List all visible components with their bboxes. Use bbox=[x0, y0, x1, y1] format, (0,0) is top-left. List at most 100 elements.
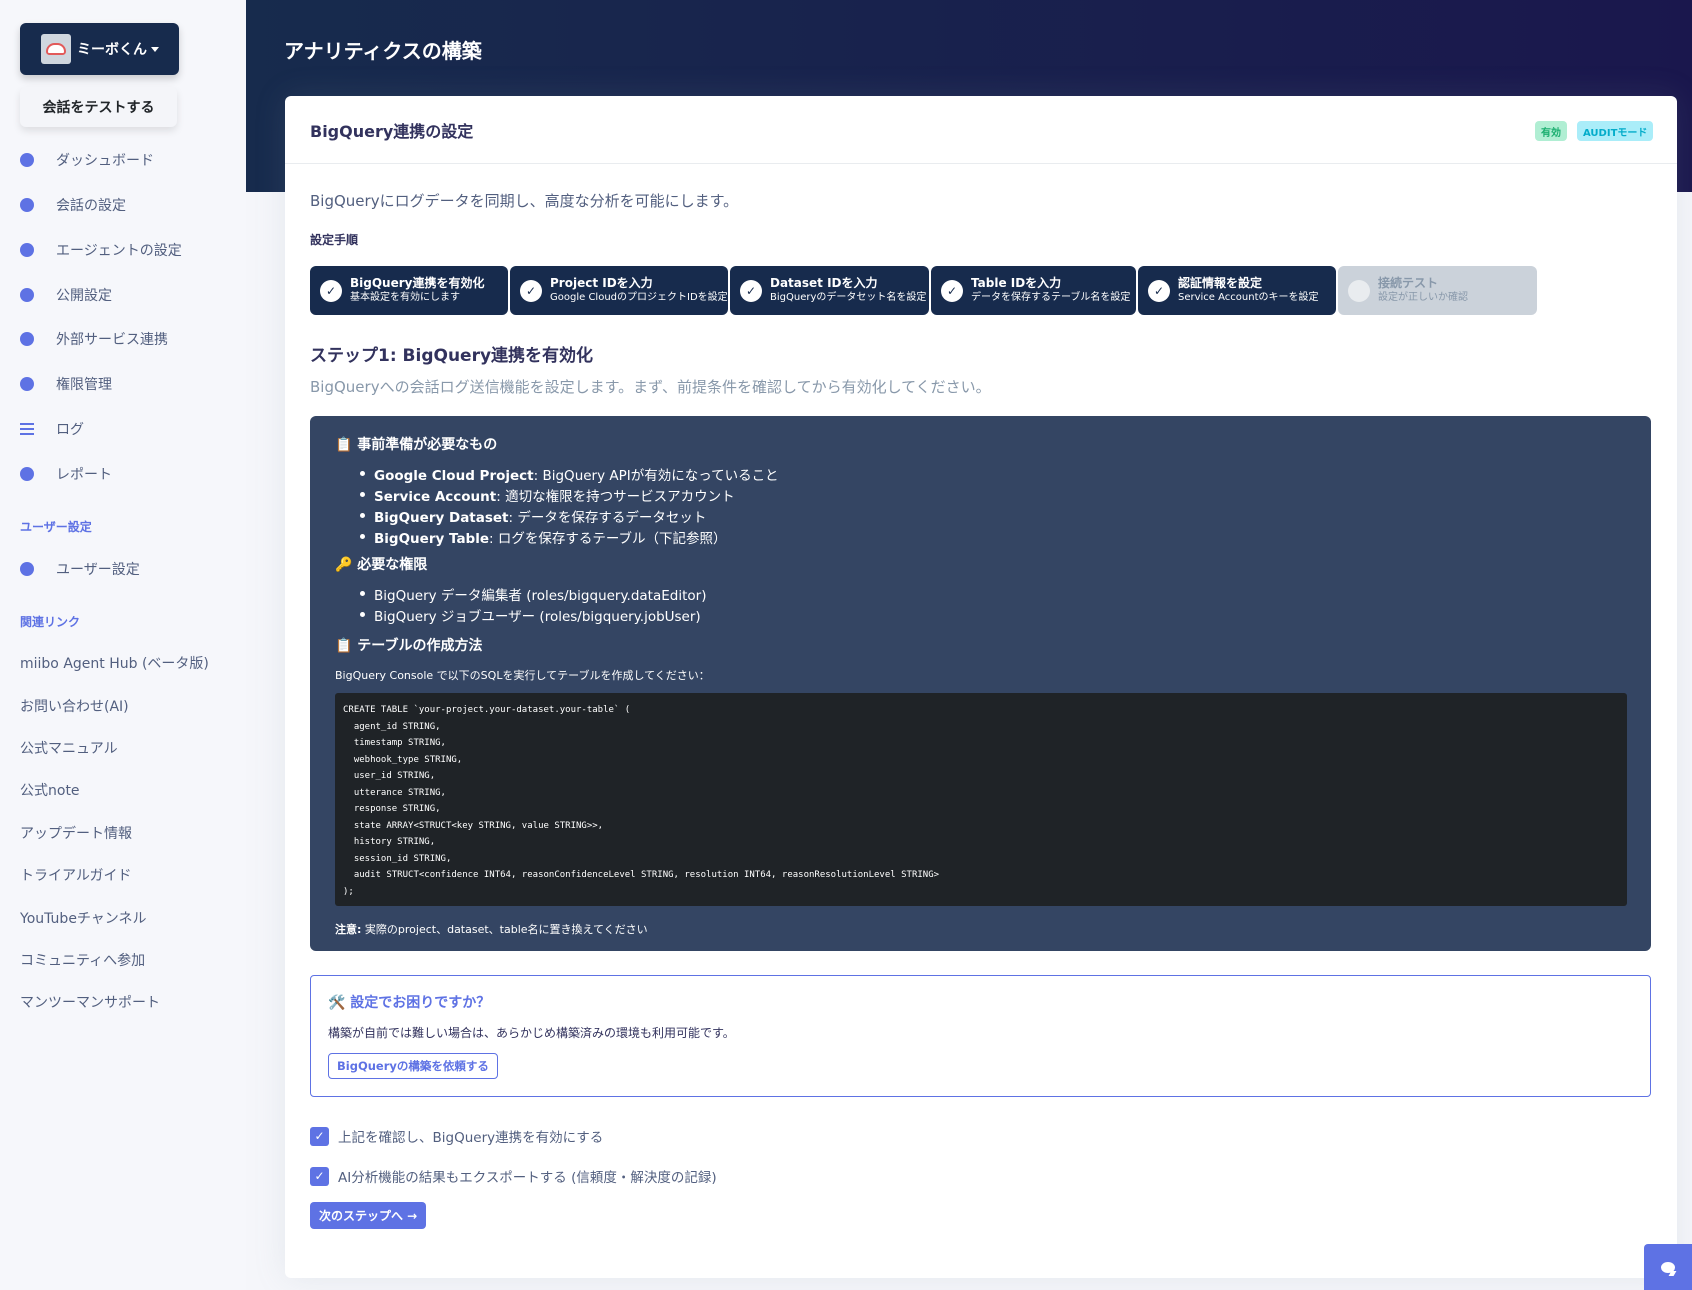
pie-chart-icon bbox=[20, 153, 34, 167]
related-links-heading: 関連リンク bbox=[20, 615, 81, 629]
caret-down-icon bbox=[151, 46, 159, 52]
sidebar-item-dashboard[interactable]: ダッシュボード bbox=[20, 148, 154, 172]
sql-code-block[interactable]: CREATE TABLE `your-project.your-dataset.… bbox=[335, 693, 1627, 906]
sidebar: ミーボくん 会話をテストする ダッシュボード 会話の設定 エージェントの設定 公… bbox=[0, 0, 246, 1290]
help-title: 🛠️ 設定でお困りですか？ bbox=[328, 995, 491, 1011]
link-updates[interactable]: アップデート情報 bbox=[20, 823, 132, 843]
sidebar-item-reports[interactable]: レポート bbox=[20, 462, 112, 486]
link-contact-ai[interactable]: お問い合わせ(AI) bbox=[20, 696, 129, 716]
step-subtitle: データを保存するテーブル名を設定 bbox=[971, 292, 1131, 303]
link-agent-hub[interactable]: miibo Agent Hub (ベータ版) bbox=[20, 653, 209, 673]
agent-avatar bbox=[41, 34, 71, 64]
step-2[interactable]: ✓ Project IDを入力 Google CloudのプロジェクトIDを設定 bbox=[510, 266, 728, 315]
checkbox-label: AI分析機能の結果もエクスポートする (信頼度・解決度の記録) bbox=[338, 1170, 717, 1186]
list-item: BigQuery Table: ログを保存するテーブル（下記参照） bbox=[360, 527, 727, 547]
step-heading: ステップ1: BigQuery連携を有効化 bbox=[310, 346, 594, 366]
compass-icon bbox=[20, 467, 34, 481]
list-item: Google Cloud Project: BigQuery APIが有効になっ… bbox=[360, 464, 779, 484]
check-icon: ✓ bbox=[320, 279, 342, 302]
sidebar-item-publish[interactable]: 公開設定 bbox=[20, 283, 112, 307]
check-icon: ✓ bbox=[740, 279, 762, 302]
prerequisites-heading: 📋 事前準備が必要なもの bbox=[335, 437, 498, 453]
steps-label: 設定手順 bbox=[310, 233, 359, 247]
step-subtitle: 基本設定を有効にします bbox=[350, 292, 460, 303]
chat-bubble-icon bbox=[20, 198, 34, 212]
link-youtube[interactable]: YouTubeチャンネル bbox=[20, 908, 147, 928]
list-item: BigQuery ジョブユーザー (roles/bigquery.jobUser… bbox=[360, 605, 701, 625]
link-note[interactable]: 公式note bbox=[20, 780, 80, 800]
step-1[interactable]: ✓ BigQuery連携を有効化 基本設定を有効にします bbox=[310, 266, 508, 315]
help-text: 構築が自前では難しい場合は、あらかじめ構築済みの環境も利用可能です。 bbox=[328, 1026, 735, 1040]
sql-note: 注意: 実際のproject、dataset、table名に置き換えてください bbox=[335, 923, 648, 936]
sidebar-item-label: 外部サービス連携 bbox=[56, 332, 168, 348]
sidebar-item-label: 公開設定 bbox=[56, 288, 112, 304]
list-item: Service Account: 適切な権限を持つサービスアカウント bbox=[360, 485, 735, 505]
enable-bigquery-checkbox-row[interactable]: ✓ 上記を確認し、BigQuery連携を有効にする bbox=[310, 1126, 603, 1146]
checkbox-checked-icon[interactable]: ✓ bbox=[310, 1166, 329, 1186]
sidebar-item-label: エージェントの設定 bbox=[56, 243, 182, 259]
test-conversation-button[interactable]: 会話をテストする bbox=[20, 87, 177, 127]
step-title: Project IDを入力 bbox=[550, 276, 653, 290]
intro-text: BigQueryにログデータを同期し、高度な分析を可能にします。 bbox=[310, 192, 739, 210]
link-support[interactable]: マンツーマンサポート bbox=[20, 992, 160, 1012]
sidebar-item-label: レポート bbox=[56, 467, 112, 483]
sidebar-item-label: 権限管理 bbox=[56, 377, 112, 393]
step-3[interactable]: ✓ Dataset IDを入力 BigQueryのデータセット名を設定 bbox=[730, 266, 929, 315]
link-trial-guide[interactable]: トライアルガイド bbox=[20, 865, 131, 885]
step-title: 接続テスト bbox=[1378, 276, 1439, 290]
sidebar-item-integrations[interactable]: 外部サービス連携 bbox=[20, 327, 168, 351]
globe-icon bbox=[20, 288, 34, 302]
user-settings-heading: ユーザー設定 bbox=[20, 520, 92, 534]
bigquery-settings-card: BigQuery連携の設定 有効 AUDITモード BigQueryにログデータ… bbox=[285, 96, 1677, 1278]
agent-name: ミーボくん bbox=[77, 42, 147, 58]
sidebar-item-label: ダッシュボード bbox=[56, 153, 154, 169]
sidebar-item-logs[interactable]: ログ bbox=[20, 417, 84, 441]
list-item: BigQuery データ編集者 (roles/bigquery.dataEdit… bbox=[359, 584, 706, 604]
card-title: BigQuery連携の設定 bbox=[310, 122, 474, 141]
chat-widget-button[interactable] bbox=[1644, 1244, 1692, 1290]
sidebar-item-label: ユーザー設定 bbox=[56, 562, 140, 578]
checkbox-label: 上記を確認し、BigQuery連携を有効にする bbox=[338, 1130, 604, 1146]
table-creation-heading: 📋 テーブルの作成方法 bbox=[335, 638, 483, 654]
step-title: Dataset IDを入力 bbox=[770, 276, 878, 290]
link-manual[interactable]: 公式マニュアル bbox=[20, 738, 118, 758]
step-subtitle: BigQueryのデータセット名を設定 bbox=[770, 292, 927, 303]
sidebar-item-conversation[interactable]: 会話の設定 bbox=[20, 193, 126, 217]
step-5[interactable]: ✓ 認証情報を設定 Service Accountのキーを設定 bbox=[1138, 266, 1336, 315]
pending-step-icon bbox=[1348, 279, 1370, 302]
step-6[interactable]: 接続テスト 設定が正しいか確認 bbox=[1338, 266, 1537, 315]
user-circle-icon bbox=[20, 562, 34, 576]
user-circle-icon bbox=[20, 377, 34, 391]
link-community[interactable]: コミュニティへ参加 bbox=[20, 950, 145, 970]
sidebar-item-label: ログ bbox=[56, 422, 84, 438]
checkbox-checked-icon[interactable]: ✓ bbox=[310, 1126, 329, 1146]
next-step-button[interactable]: 次のステップへ → bbox=[310, 1202, 427, 1229]
sidebar-item-user-settings[interactable]: ユーザー設定 bbox=[20, 557, 140, 581]
help-box: 🛠️ 設定でお困りですか？ 構築が自前では難しい場合は、あらかじめ構築済みの環境… bbox=[310, 975, 1651, 1097]
step-subtitle: Service Accountのキーを設定 bbox=[1178, 292, 1319, 303]
export-ai-analysis-checkbox-row[interactable]: ✓ AI分析機能の結果もエクスポートする (信頼度・解決度の記録) bbox=[310, 1166, 717, 1186]
stepper: ✓ BigQuery連携を有効化 基本設定を有効にします ✓ Project I… bbox=[310, 266, 1539, 315]
step-title: 認証情報を設定 bbox=[1178, 276, 1263, 290]
step-4[interactable]: ✓ Table IDを入力 データを保存するテーブル名を設定 bbox=[931, 266, 1136, 315]
list-item: BigQuery Dataset: データを保存するデータセット bbox=[359, 506, 706, 526]
step-subtitle: 設定が正しいか確認 bbox=[1378, 292, 1468, 303]
step-description: BigQueryへの会話ログ送信機能を設定します。まず、前提条件を確認してから有… bbox=[310, 378, 991, 396]
status-badge-audit: AUDITモード bbox=[1577, 121, 1654, 141]
card-header: BigQuery連携の設定 有効 AUDITモード bbox=[285, 96, 1677, 164]
sidebar-item-permissions[interactable]: 権限管理 bbox=[20, 372, 112, 396]
connection-icon bbox=[20, 332, 34, 346]
check-icon: ✓ bbox=[1148, 279, 1170, 302]
agent-switcher-button[interactable]: ミーボくん bbox=[20, 23, 179, 75]
status-badge-enabled: 有効 bbox=[1535, 121, 1567, 141]
check-icon: ✓ bbox=[520, 279, 542, 302]
permissions-heading: 🔑 必要な権限 bbox=[335, 557, 428, 573]
sidebar-item-label: 会話の設定 bbox=[56, 198, 126, 214]
step-subtitle: Google CloudのプロジェクトIDを設定 bbox=[550, 292, 728, 303]
step-title: BigQuery連携を有効化 bbox=[350, 276, 485, 290]
sidebar-item-agent[interactable]: エージェントの設定 bbox=[20, 238, 182, 262]
list-icon bbox=[20, 422, 34, 436]
request-setup-button[interactable]: BigQueryの構築を依頼する bbox=[328, 1053, 498, 1079]
prerequisites-panel: 📋 事前準備が必要なもの Google Cloud Project: BigQu… bbox=[310, 416, 1651, 951]
chat-icon bbox=[1661, 1261, 1675, 1273]
